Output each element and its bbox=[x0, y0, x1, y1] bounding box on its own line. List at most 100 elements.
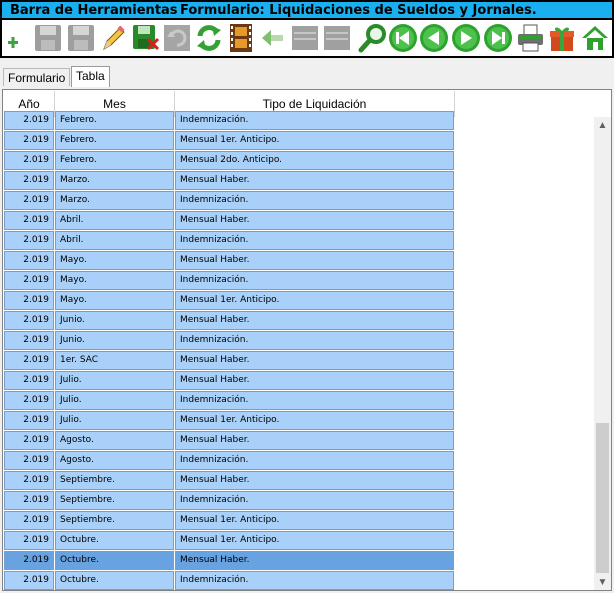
cell-anio[interactable]: 2.019 bbox=[4, 391, 54, 410]
table-row[interactable]: 2.019 Abril. Mensual Haber. bbox=[4, 211, 454, 231]
first-record-button[interactable] bbox=[387, 22, 419, 54]
undo-button[interactable] bbox=[161, 22, 193, 54]
save-as-button[interactable] bbox=[65, 22, 97, 54]
cell-mes[interactable]: Julio. bbox=[55, 391, 174, 410]
cell-tipo[interactable]: Indemnización. bbox=[175, 331, 454, 350]
table-row[interactable]: 2.019 Octubre. Mensual 1er. Anticipo. bbox=[4, 531, 454, 551]
cell-mes[interactable]: Septiembre. bbox=[55, 471, 174, 490]
cell-mes[interactable]: Septiembre. bbox=[55, 511, 174, 530]
disabled-button[interactable] bbox=[289, 22, 321, 54]
cell-mes[interactable]: Mayo. bbox=[55, 271, 174, 290]
cell-mes[interactable]: Octubre. bbox=[55, 551, 174, 570]
cell-anio[interactable]: 2.019 bbox=[4, 571, 54, 590]
vertical-scrollbar[interactable]: ▲ ▼ bbox=[594, 117, 611, 590]
cell-tipo[interactable]: Mensual Haber. bbox=[175, 551, 454, 570]
table-row[interactable]: 2.019 Febrero. Indemnización. bbox=[4, 111, 454, 131]
cell-tipo[interactable]: Mensual Haber. bbox=[175, 431, 454, 450]
cell-anio[interactable]: 2.019 bbox=[4, 291, 54, 310]
cell-tipo[interactable]: Mensual Haber. bbox=[175, 211, 454, 230]
table-row[interactable]: 2.019 Junio. Indemnización. bbox=[4, 331, 454, 351]
cell-anio[interactable]: 2.019 bbox=[4, 131, 54, 150]
cell-mes[interactable]: Abril. bbox=[55, 231, 174, 250]
tab-tabla[interactable]: Tabla bbox=[71, 66, 110, 87]
cell-tipo[interactable]: Indemnización. bbox=[175, 451, 454, 470]
table-row[interactable]: 2.019 1er. SAC Mensual Haber. bbox=[4, 351, 454, 371]
cell-mes[interactable]: Julio. bbox=[55, 411, 174, 430]
cell-tipo[interactable]: Indemnización. bbox=[175, 391, 454, 410]
gift-button[interactable] bbox=[546, 22, 578, 54]
cell-anio[interactable]: 2.019 bbox=[4, 111, 54, 130]
home-button[interactable] bbox=[579, 22, 611, 54]
cell-tipo[interactable]: Mensual Haber. bbox=[175, 171, 454, 190]
media-button[interactable] bbox=[225, 22, 257, 54]
cell-tipo[interactable]: Indemnización. bbox=[175, 111, 454, 130]
cell-tipo[interactable]: Mensual Haber. bbox=[175, 311, 454, 330]
cell-tipo[interactable]: Mensual 1er. Anticipo. bbox=[175, 411, 454, 430]
cell-tipo[interactable]: Mensual 1er. Anticipo. bbox=[175, 291, 454, 310]
cell-mes[interactable]: Junio. bbox=[55, 311, 174, 330]
cell-anio[interactable]: 2.019 bbox=[4, 211, 54, 230]
cell-mes[interactable]: Febrero. bbox=[55, 151, 174, 170]
cell-anio[interactable]: 2.019 bbox=[4, 411, 54, 430]
cell-tipo[interactable]: Indemnización. bbox=[175, 571, 454, 590]
cell-tipo[interactable]: Mensual Haber. bbox=[175, 371, 454, 390]
cell-anio[interactable]: 2.019 bbox=[4, 531, 54, 550]
table-row[interactable]: 2.019 Febrero. Mensual 2do. Anticipo. bbox=[4, 151, 454, 171]
cell-anio[interactable]: 2.019 bbox=[4, 191, 54, 210]
cell-anio[interactable]: 2.019 bbox=[4, 451, 54, 470]
cell-mes[interactable]: Mayo. bbox=[55, 291, 174, 310]
table-row[interactable]: 2.019 Marzo. Indemnización. bbox=[4, 191, 454, 211]
cell-tipo[interactable]: Mensual 1er. Anticipo. bbox=[175, 131, 454, 150]
scroll-down-icon[interactable]: ▼ bbox=[594, 574, 611, 590]
add-button[interactable] bbox=[2, 22, 34, 54]
cell-mes[interactable]: Febrero. bbox=[55, 111, 174, 130]
cell-anio[interactable]: 2.019 bbox=[4, 351, 54, 370]
table-row[interactable]: 2.019 Septiembre. Mensual Haber. bbox=[4, 471, 454, 491]
cell-anio[interactable]: 2.019 bbox=[4, 491, 54, 510]
cell-tipo[interactable]: Mensual Haber. bbox=[175, 351, 454, 370]
table-row[interactable]: 2.019 Octubre. Indemnización. bbox=[4, 571, 454, 590]
table-row[interactable]: 2.019 Septiembre. Indemnización. bbox=[4, 491, 454, 511]
table-row[interactable]: 2.019 Septiembre. Mensual 1er. Anticipo. bbox=[4, 511, 454, 531]
cell-mes[interactable]: Marzo. bbox=[55, 171, 174, 190]
table-row[interactable]: 2.019 Febrero. Mensual 1er. Anticipo. bbox=[4, 131, 454, 151]
cell-tipo[interactable]: Mensual Haber. bbox=[175, 471, 454, 490]
cell-mes[interactable]: Julio. bbox=[55, 371, 174, 390]
table-row[interactable]: 2.019 Mayo. Indemnización. bbox=[4, 271, 454, 291]
search-button[interactable] bbox=[357, 22, 389, 54]
cell-mes[interactable]: Abril. bbox=[55, 211, 174, 230]
cell-anio[interactable]: 2.019 bbox=[4, 511, 54, 530]
cell-anio[interactable]: 2.019 bbox=[4, 311, 54, 330]
cell-mes[interactable]: Marzo. bbox=[55, 191, 174, 210]
table-row[interactable]: 2.019 Mayo. Mensual 1er. Anticipo. bbox=[4, 291, 454, 311]
enter-button[interactable] bbox=[257, 22, 289, 54]
cell-tipo[interactable]: Mensual Haber. bbox=[175, 251, 454, 270]
disabled-button[interactable] bbox=[321, 22, 353, 54]
table-row[interactable]: 2.019 Julio. Indemnización. bbox=[4, 391, 454, 411]
scroll-up-icon[interactable]: ▲ bbox=[594, 117, 611, 134]
cell-tipo[interactable]: Mensual 1er. Anticipo. bbox=[175, 511, 454, 530]
cell-tipo[interactable]: Mensual 2do. Anticipo. bbox=[175, 151, 454, 170]
previous-record-button[interactable] bbox=[418, 22, 450, 54]
cell-tipo[interactable]: Mensual 1er. Anticipo. bbox=[175, 531, 454, 550]
refresh-button[interactable] bbox=[193, 22, 225, 54]
cell-anio[interactable]: 2.019 bbox=[4, 471, 54, 490]
table-row[interactable]: 2.019 Agosto. Mensual Haber. bbox=[4, 431, 454, 451]
last-record-button[interactable] bbox=[482, 22, 514, 54]
cell-tipo[interactable]: Indemnización. bbox=[175, 271, 454, 290]
cell-anio[interactable]: 2.019 bbox=[4, 431, 54, 450]
cell-tipo[interactable]: Indemnización. bbox=[175, 191, 454, 210]
cell-mes[interactable]: Octubre. bbox=[55, 531, 174, 550]
table-row[interactable]: 2.019 Mayo. Mensual Haber. bbox=[4, 251, 454, 271]
cell-anio[interactable]: 2.019 bbox=[4, 151, 54, 170]
cell-tipo[interactable]: Indemnización. bbox=[175, 231, 454, 250]
table-row[interactable]: 2.019 Marzo. Mensual Haber. bbox=[4, 171, 454, 191]
next-record-button[interactable] bbox=[450, 22, 482, 54]
cell-anio[interactable]: 2.019 bbox=[4, 251, 54, 270]
table-row[interactable]: 2.019 Abril. Indemnización. bbox=[4, 231, 454, 251]
save-button[interactable] bbox=[32, 22, 64, 54]
delete-button[interactable] bbox=[129, 22, 161, 54]
table-row[interactable]: 2.019 Julio. Mensual 1er. Anticipo. bbox=[4, 411, 454, 431]
tab-formulario[interactable]: Formulario bbox=[3, 68, 71, 86]
edit-button[interactable] bbox=[97, 22, 129, 54]
